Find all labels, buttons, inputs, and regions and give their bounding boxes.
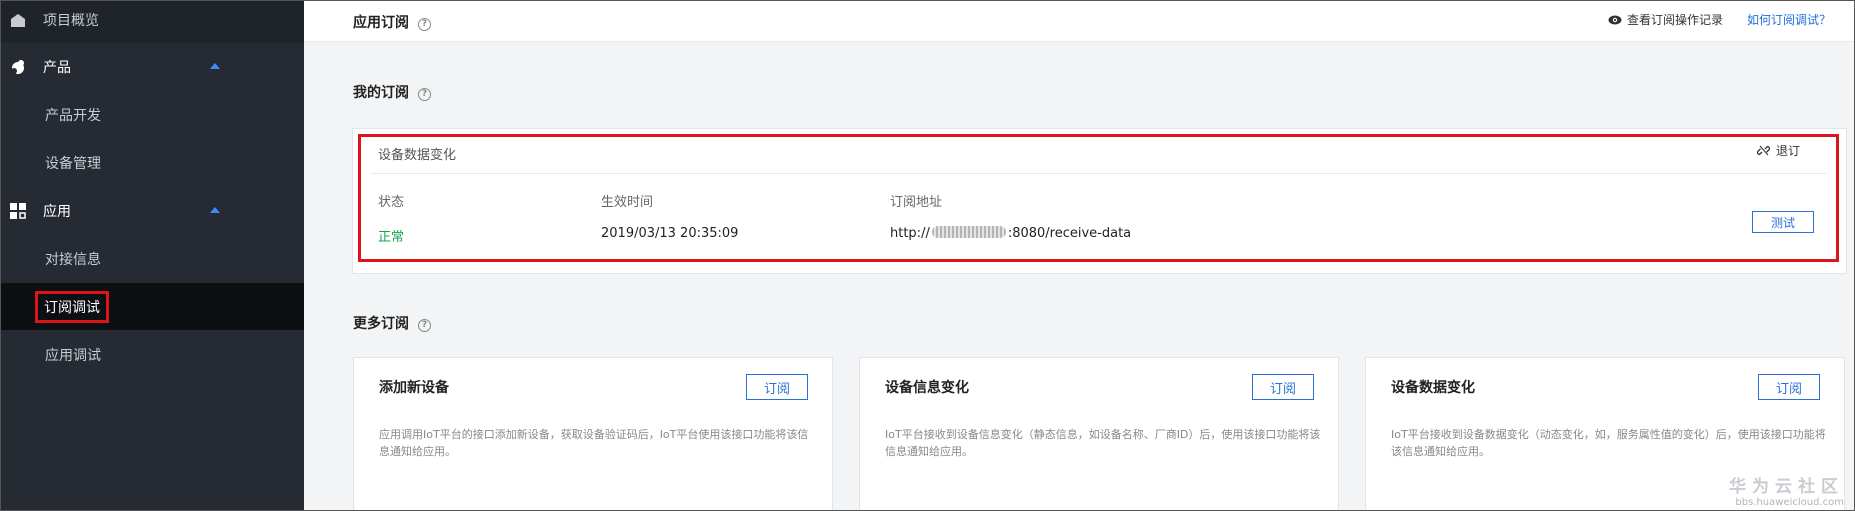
- redacted-ip: [931, 226, 1006, 238]
- sidebar: 项目概览 产品 产品开发 设备管理 应用 对接信息 订阅调试 应用调试: [1, 1, 304, 510]
- subscription-card: 设备信息变化 订阅 IoT平台接收到设备信息变化（静态信息，如设备名称、厂商ID…: [859, 357, 1339, 510]
- card-title: 设备数据变化: [1391, 380, 1475, 396]
- effective-time-value: 2019/03/13 20:35:09: [601, 226, 739, 241]
- sidebar-item-subscription-debug[interactable]: 订阅调试: [1, 283, 304, 330]
- sidebar-item-app-debug[interactable]: 应用调试: [1, 331, 304, 378]
- sidebar-item-product-dev[interactable]: 产品开发: [1, 91, 304, 138]
- sidebar-item-label: 对接信息: [45, 251, 101, 268]
- help-icon[interactable]: ?: [418, 318, 431, 332]
- page-title: 应用订阅?: [353, 12, 431, 32]
- watermark-site: bbs.huaweicloud.com: [1735, 497, 1844, 508]
- column-header-status: 状态: [378, 195, 405, 210]
- sidebar-group-label: 应用: [43, 203, 71, 220]
- sidebar-item-label: 订阅调试: [44, 299, 100, 316]
- view-record-link[interactable]: 查看订阅操作记录: [1627, 11, 1723, 28]
- sidebar-item-integration-info[interactable]: 对接信息: [1, 235, 304, 282]
- chevron-up-icon: [210, 207, 220, 213]
- url-prefix: http://: [890, 226, 930, 241]
- sidebar-group-label: 产品: [43, 59, 71, 76]
- active-highlight: 订阅调试: [35, 290, 109, 323]
- url-suffix: :8080/receive-data: [1007, 226, 1132, 241]
- product-icon: [11, 59, 24, 74]
- watermark: 华为云社区 bbs.huaweicloud.com: [1729, 472, 1844, 508]
- help-icon[interactable]: ?: [418, 87, 431, 101]
- card-description: 应用调用IoT平台的接口添加新设备，获取设备验证码后，IoT平台使用该接口功能将…: [379, 428, 809, 458]
- unlink-icon: [1756, 145, 1770, 156]
- how-to-link[interactable]: 如何订阅调试？: [1747, 11, 1831, 28]
- test-button[interactable]: 测试: [1752, 211, 1814, 233]
- subscription-name: 设备数据变化: [378, 148, 457, 163]
- header-actions: 查看订阅操作记录 如何订阅调试？: [1608, 11, 1831, 28]
- top-bar: 应用订阅? 查看订阅操作记录 如何订阅调试？: [304, 1, 1854, 42]
- sidebar-item-label: 产品开发: [45, 107, 101, 124]
- status-value: 正常: [378, 230, 405, 245]
- unsubscribe-label: 退订: [1775, 144, 1800, 158]
- divider: [371, 173, 1826, 174]
- subscribe-button[interactable]: 订阅: [746, 374, 808, 400]
- help-icon[interactable]: ?: [418, 17, 431, 31]
- sidebar-item-label: 设备管理: [45, 155, 101, 172]
- subscribe-button[interactable]: 订阅: [1758, 374, 1820, 400]
- subscription-url: http:// :8080/receive-data: [890, 226, 1131, 241]
- sidebar-item-device-mgmt[interactable]: 设备管理: [1, 139, 304, 186]
- page-title-text: 应用订阅: [353, 15, 409, 31]
- sidebar-item-label: 项目概览: [43, 12, 99, 29]
- subscribe-button[interactable]: 订阅: [1252, 374, 1314, 400]
- highlight-box: [358, 134, 1839, 262]
- watermark-brand: 华为云社区: [1729, 477, 1844, 497]
- sidebar-group-application[interactable]: 应用: [1, 187, 304, 234]
- subscription-card: 添加新设备 订阅 应用调用IoT平台的接口添加新设备，获取设备验证码后，IoT平…: [353, 357, 833, 510]
- card-title: 设备信息变化: [885, 380, 969, 396]
- column-header-time: 生效时间: [601, 195, 654, 210]
- sidebar-item-overview[interactable]: 项目概览: [1, 1, 304, 43]
- card-description: IoT平台接收到设备数据变化（动态变化，如，服务属性值的变化）后，使用该接口功能…: [1391, 428, 1826, 458]
- unsubscribe-button[interactable]: 退订: [1756, 142, 1800, 159]
- column-header-url: 订阅地址: [890, 195, 943, 210]
- section-title-text: 更多订阅: [353, 316, 409, 332]
- app-frame: 项目概览 产品 产品开发 设备管理 应用 对接信息 订阅调试 应用调试 应用订阅…: [0, 0, 1855, 511]
- sidebar-item-label: 应用调试: [45, 347, 101, 364]
- home-icon: [11, 13, 25, 27]
- sidebar-group-product[interactable]: 产品: [1, 43, 304, 90]
- my-subscription-title: 我的订阅?: [353, 82, 431, 102]
- card-description: IoT平台接收到设备信息变化（静态信息，如设备名称、厂商ID）后，使用该接口功能…: [885, 428, 1321, 458]
- chevron-up-icon: [210, 63, 220, 69]
- eye-icon: [1608, 15, 1622, 24]
- card-title: 添加新设备: [379, 380, 449, 396]
- more-subscription-title: 更多订阅?: [353, 313, 431, 333]
- grid-icon: [10, 202, 26, 219]
- section-title-text: 我的订阅: [353, 85, 409, 101]
